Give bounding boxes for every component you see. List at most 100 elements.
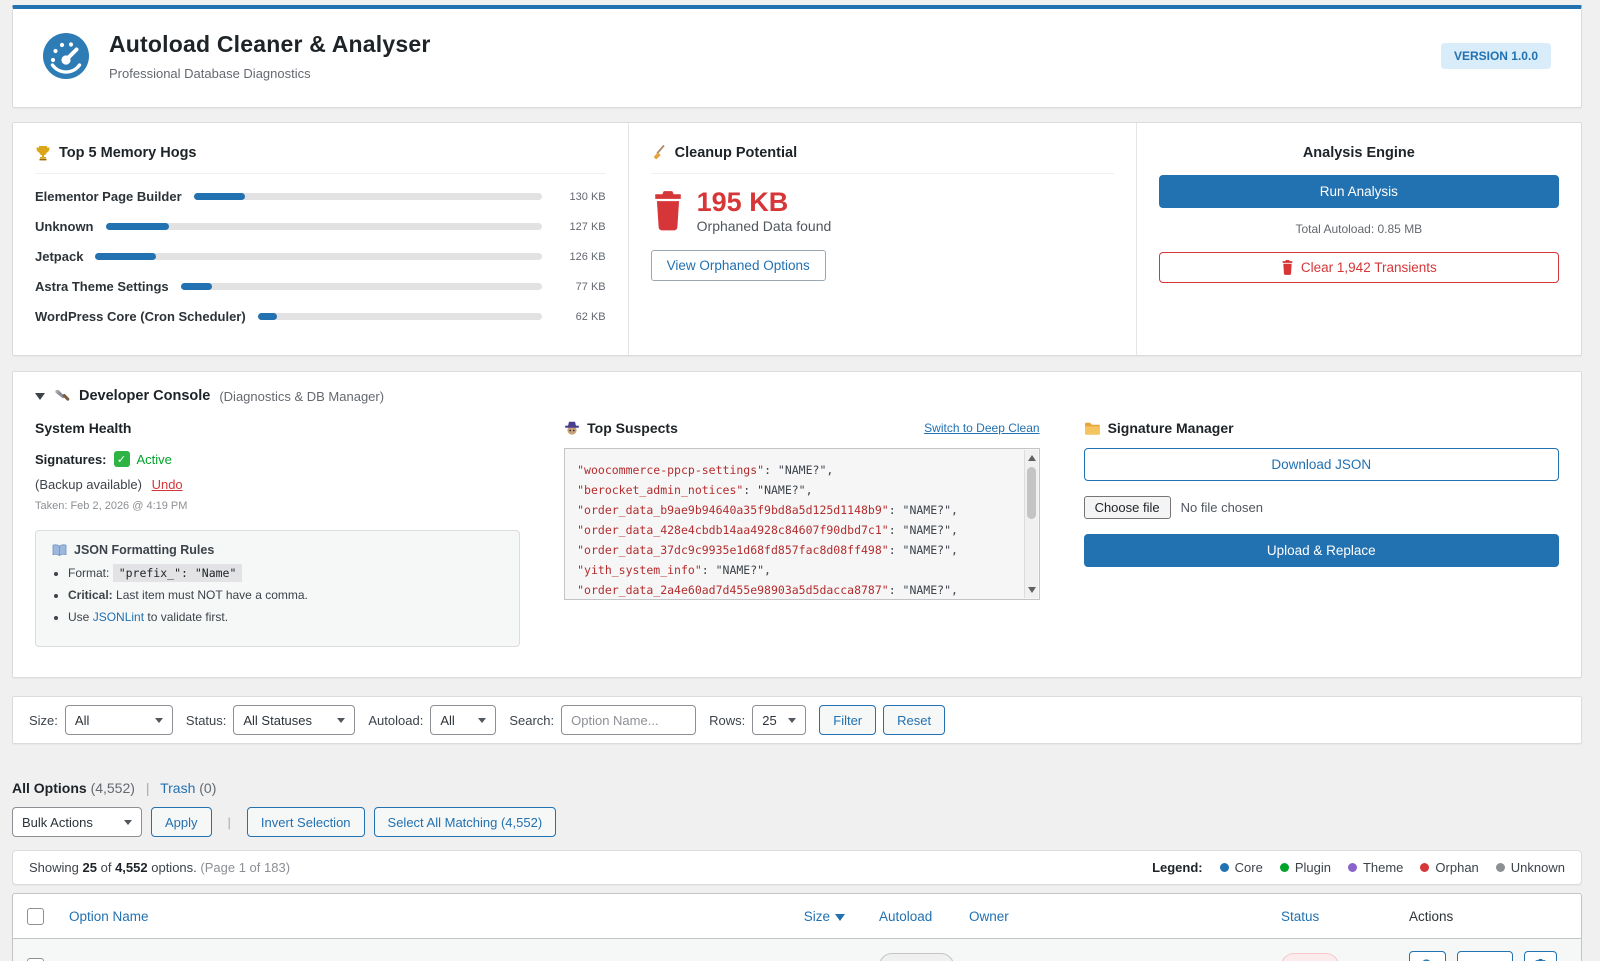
- developer-console-header[interactable]: Developer Console (Diagnostics & DB Mana…: [35, 388, 1559, 404]
- scrollbar-thumb[interactable]: [1027, 467, 1036, 519]
- version-badge: VERSION 1.0.0: [1441, 43, 1551, 69]
- memory-hog-row: WordPress Core (Cron Scheduler) 62 KB: [35, 309, 606, 324]
- bulk-actions-select[interactable]: Bulk Actions: [12, 807, 142, 837]
- trash-link[interactable]: Trash: [160, 780, 195, 796]
- reset-button[interactable]: Reset: [883, 705, 945, 735]
- clear-transients-button[interactable]: Clear 1,942 Transients: [1159, 252, 1559, 283]
- system-health-title: System Health: [35, 420, 520, 436]
- toggle-autoload-button[interactable]: Toggle: [1457, 951, 1513, 961]
- autoload-select[interactable]: All: [430, 705, 496, 735]
- view-orphaned-button[interactable]: View Orphaned Options: [651, 250, 826, 281]
- scroll-down-icon[interactable]: [1028, 587, 1036, 593]
- memory-hog-row: Unknown 127 KB: [35, 219, 606, 234]
- row-checkbox[interactable]: [27, 958, 44, 961]
- legend-item-orphan: Orphan: [1420, 860, 1478, 875]
- column-option-name[interactable]: Option Name: [57, 909, 767, 924]
- column-autoload[interactable]: Autoload: [855, 909, 967, 924]
- search-input[interactable]: [561, 705, 696, 735]
- hog-value: 126 KB: [554, 251, 606, 263]
- size-select[interactable]: All: [65, 705, 173, 735]
- tools-icon: [54, 389, 70, 404]
- signatures-label: Signatures:: [35, 452, 107, 467]
- table-row: _site_transient_feed_d117b5738fbd35bd8c0…: [13, 939, 1581, 961]
- undo-link[interactable]: Undo: [152, 477, 183, 492]
- status-filter-label: Status:: [186, 713, 226, 728]
- app-header: Autoload Cleaner & Analyser Professional…: [12, 5, 1582, 108]
- showing-summary: Showing 25 of 4,552 options. (Page 1 of …: [29, 860, 290, 875]
- book-icon: [52, 544, 67, 556]
- developer-console-title: Developer Console: [79, 388, 210, 404]
- autoload-filter-label: Autoload:: [368, 713, 423, 728]
- broom-icon: [651, 145, 667, 161]
- orphan-dot: [1420, 863, 1429, 872]
- suspect-line: "berocket_admin_notices": "NAME?",: [577, 480, 1010, 500]
- hog-value: 77 KB: [554, 281, 606, 293]
- dashboard-panels: Top 5 Memory Hogs Elementor Page Builder…: [12, 122, 1582, 356]
- memory-hog-row: Jetpack 126 KB: [35, 249, 606, 264]
- legend-label: Legend:: [1152, 860, 1203, 875]
- core-dot: [1220, 863, 1229, 872]
- hog-value: 130 KB: [554, 191, 606, 203]
- page-subtitle: Professional Database Diagnostics: [109, 66, 431, 81]
- memory-hogs-panel: Top 5 Memory Hogs Elementor Page Builder…: [13, 123, 628, 355]
- hog-bar: [95, 253, 541, 260]
- app-logo-gauge-icon: [43, 33, 89, 79]
- all-options-count: (4,552): [91, 780, 135, 796]
- switch-deep-clean-link[interactable]: Switch to Deep Clean: [924, 421, 1039, 435]
- delete-option-button[interactable]: [1524, 951, 1557, 961]
- suspect-line: "yith_system_info": "NAME?",: [577, 560, 1010, 580]
- memory-hog-row: Elementor Page Builder 130 KB: [35, 189, 606, 204]
- status-select[interactable]: All Statuses: [233, 705, 355, 735]
- use-post-text: to validate first.: [147, 610, 228, 624]
- invert-selection-button[interactable]: Invert Selection: [247, 807, 365, 837]
- legend-item-theme: Theme: [1348, 860, 1403, 875]
- legend-item-unknown: Unknown: [1496, 860, 1565, 875]
- options-bar: All Options (4,552) | Trash (0) Bulk Act…: [12, 780, 1582, 837]
- select-all-checkbox[interactable]: [27, 908, 44, 925]
- trophy-icon: [35, 145, 51, 161]
- run-analysis-button[interactable]: Run Analysis: [1159, 175, 1559, 208]
- column-actions: Actions: [1405, 909, 1581, 924]
- divider: |: [146, 780, 150, 796]
- column-status[interactable]: Status: [1267, 909, 1405, 924]
- format-code: "prefix_": "Name": [113, 564, 243, 582]
- jsonlint-link[interactable]: JSONLint: [93, 610, 144, 624]
- critical-text: Last item must NOT have a comma.: [116, 588, 308, 602]
- clear-transients-label: Clear 1,942 Transients: [1301, 260, 1437, 275]
- legend-item-plugin: Plugin: [1280, 860, 1331, 875]
- scrollbar[interactable]: [1024, 450, 1038, 598]
- column-size[interactable]: Size: [767, 909, 855, 924]
- trash-icon: [651, 191, 685, 231]
- bulk-actions-value: Bulk Actions: [22, 815, 93, 830]
- hog-bar: [194, 193, 542, 200]
- json-rules-title: JSON Formatting Rules: [74, 543, 214, 557]
- analysis-engine-panel: Analysis Engine Run Analysis Total Autol…: [1136, 123, 1581, 355]
- rows-select[interactable]: 25: [752, 705, 806, 735]
- select-all-matching-button[interactable]: Select All Matching (4,552): [374, 807, 557, 837]
- upload-replace-button[interactable]: Upload & Replace: [1084, 534, 1559, 567]
- suspect-line: "order_data_428e4cbdb14aa4928c84607f90db…: [577, 520, 1010, 540]
- choose-file-button[interactable]: Choose file: [1084, 496, 1171, 519]
- hog-bar: [258, 313, 542, 320]
- column-owner[interactable]: Owner: [967, 909, 1267, 924]
- top-suspects-title: Top Suspects: [587, 420, 678, 436]
- status-badge: Core: [1281, 953, 1339, 961]
- scroll-up-icon[interactable]: [1028, 455, 1036, 461]
- theme-dot: [1348, 863, 1357, 872]
- apply-button[interactable]: Apply: [151, 807, 212, 837]
- cleanup-title: Cleanup Potential: [675, 145, 797, 161]
- hog-label: Elementor Page Builder: [35, 189, 182, 204]
- rows-label: Rows:: [709, 713, 745, 728]
- signatures-status: Active: [137, 452, 172, 467]
- autoload-badge: Disabled: [879, 953, 954, 961]
- suspect-line: "order_data_b9ae9b94640a35f9bd8a5d125d11…: [577, 500, 1010, 520]
- filter-button[interactable]: Filter: [819, 705, 876, 735]
- view-option-button[interactable]: [1409, 951, 1446, 961]
- hog-label: Unknown: [35, 219, 94, 234]
- download-json-button[interactable]: Download JSON: [1084, 448, 1559, 481]
- signature-manager-column: Signature Manager Download JSON Choose f…: [1084, 420, 1559, 647]
- table-info-strip: Showing 25 of 4,552 options. (Page 1 of …: [12, 850, 1582, 885]
- use-pre-text: Use: [68, 610, 89, 624]
- top-suspects-column: Top Suspects Switch to Deep Clean "wooco…: [564, 420, 1039, 647]
- developer-console-subtitle: (Diagnostics & DB Manager): [219, 389, 384, 404]
